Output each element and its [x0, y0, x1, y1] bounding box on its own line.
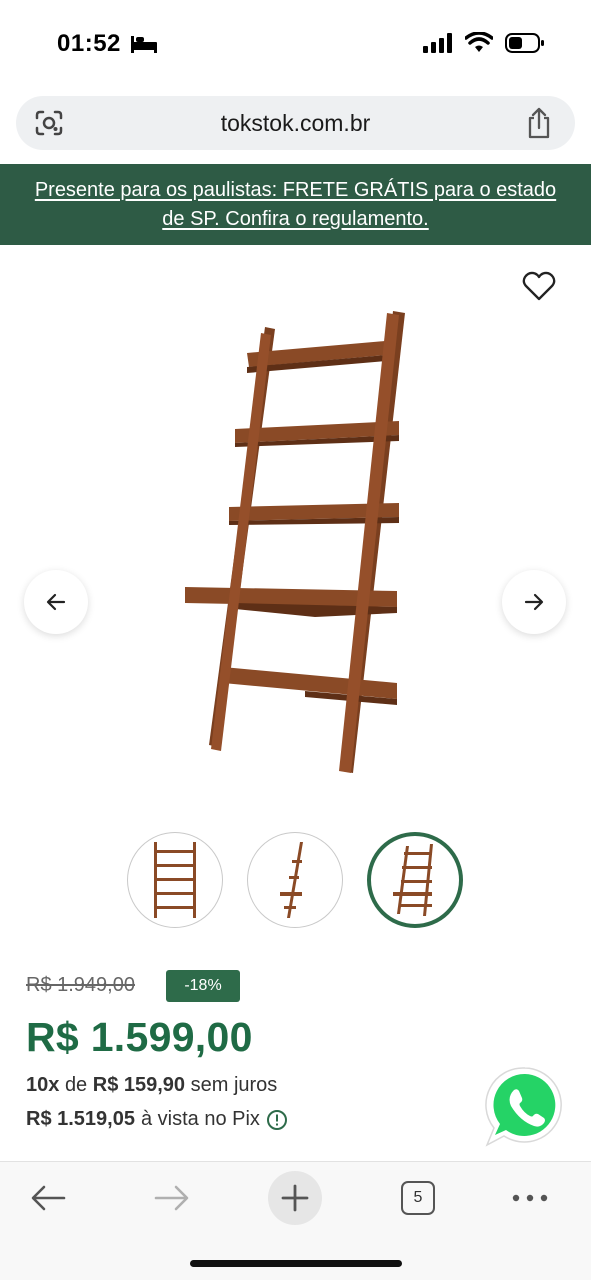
installments-value: R$ 159,90 [92, 1074, 186, 1096]
tab-switcher-button[interactable]: 5 [396, 1176, 440, 1220]
status-time: 01:52 [57, 30, 121, 57]
whatsapp-icon[interactable] [484, 1066, 566, 1148]
promo-link[interactable]: Presente para os paulistas: FRETE GRÁTIS… [0, 164, 591, 234]
ladder-front-thumbnail [154, 842, 196, 918]
installments-count: 10x [26, 1074, 60, 1096]
ladder-side-thumbnail [280, 842, 303, 918]
previous-image-button[interactable] [24, 570, 88, 634]
new-tab-button[interactable] [268, 1171, 322, 1225]
battery-icon [505, 33, 544, 53]
back-button[interactable] [26, 1176, 70, 1220]
status-indicators [423, 32, 545, 54]
product-image[interactable] [175, 305, 410, 785]
next-image-button[interactable] [502, 570, 566, 634]
arrow-right-icon [524, 593, 544, 611]
thumbnail-angled-view[interactable] [367, 832, 463, 928]
thumbnail-front-view[interactable] [127, 832, 223, 928]
pix-suffix: à vista no Pix [140, 1108, 260, 1130]
forward-button[interactable] [150, 1176, 194, 1220]
installments-info: 10x de R$ 159,90 sem juros [26, 1074, 277, 1097]
sleep-focus-icon [131, 36, 157, 53]
arrow-forward-icon [154, 1185, 189, 1211]
heart-icon[interactable] [522, 270, 556, 302]
plus-icon [281, 1184, 309, 1212]
pix-price-info: R$ 1.519,05 à vista no Pix [26, 1108, 288, 1131]
ladder-angled-thumbnail [393, 844, 433, 916]
info-icon[interactable] [266, 1109, 288, 1131]
arrow-back-icon [31, 1185, 66, 1211]
installments-de: de [64, 1074, 88, 1096]
current-price: R$ 1.599,00 [26, 1014, 253, 1060]
url-text[interactable]: tokstok.com.br [16, 110, 575, 137]
thumbnail-side-view[interactable] [247, 832, 343, 928]
discount-badge: -18% [166, 970, 240, 1002]
home-indicator[interactable] [190, 1260, 402, 1267]
pix-value: R$ 1.519,05 [26, 1108, 135, 1130]
share-icon[interactable] [525, 107, 553, 139]
signal-icon [423, 33, 452, 53]
address-bar[interactable]: tokstok.com.br [16, 96, 575, 150]
promo-banner[interactable]: Presente para os paulistas: FRETE GRÁTIS… [0, 164, 591, 245]
wifi-icon [465, 32, 493, 52]
tab-count: 5 [401, 1181, 435, 1215]
installments-suffix: sem juros [190, 1074, 278, 1096]
more-menu-button[interactable] [508, 1176, 552, 1220]
ladder-shelf-illustration [185, 311, 405, 773]
status-bar: 01:52 [0, 0, 591, 90]
old-price: R$ 1.949,00 [26, 974, 135, 996]
arrow-left-icon [46, 593, 66, 611]
more-dots-icon [512, 1194, 548, 1202]
